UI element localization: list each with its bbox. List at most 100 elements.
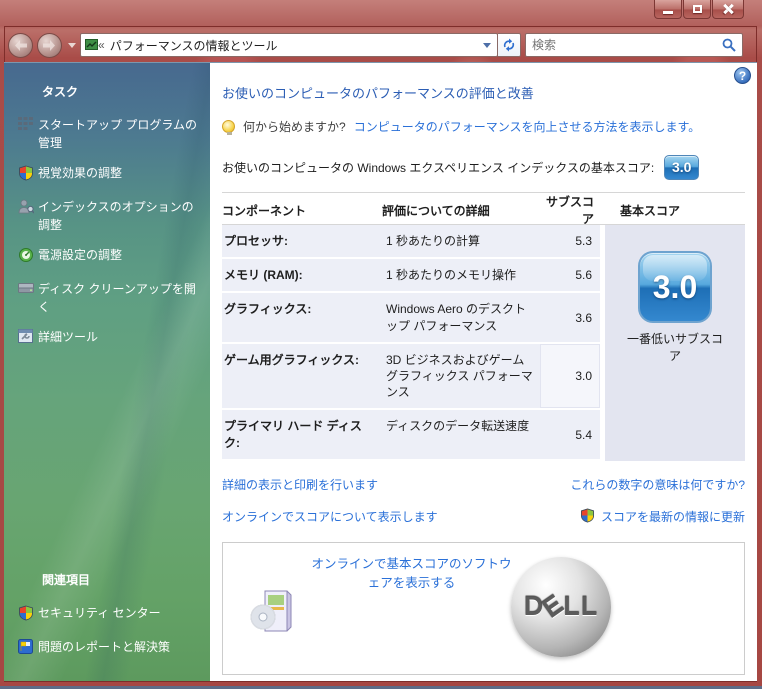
- refresh-score-link[interactable]: スコアを最新の情報に更新: [601, 508, 745, 525]
- oem-box: オンラインで基本スコアのソフトウェアを表示する DELL: [222, 541, 745, 675]
- tip-question: 何から始めますか?: [243, 120, 346, 134]
- table-header: コンポーネント 評価についての詳細 サブスコア 基本スコア: [222, 193, 745, 226]
- improve-performance-link[interactable]: コンピュータのパフォーマンスを向上させる方法を表示します。: [354, 118, 701, 135]
- window: « パフォーマンスの情報とツール タスク: [0, 0, 762, 689]
- maximize-icon: [692, 5, 702, 13]
- lightbulb-icon: [222, 120, 235, 135]
- related-section: 関連項目 セキュリティ センター 問題のレポートと解決策: [4, 571, 210, 681]
- sidebar-item-label: ディスク クリーンアップを開く: [38, 282, 196, 314]
- sidebar-item-label: セキュリティ センター: [38, 606, 161, 620]
- subscore-cell-lowest: 3.0: [540, 343, 600, 409]
- view-scores-online-link[interactable]: オンラインでスコアについて表示します: [222, 508, 438, 525]
- search-input[interactable]: [532, 38, 722, 52]
- related-header: 関連項目: [42, 573, 91, 587]
- component-cell: ゲーム用グラフィックス:: [224, 352, 360, 367]
- close-icon: [722, 3, 734, 15]
- sidebar-item-advanced-tools[interactable]: 詳細ツール: [4, 322, 210, 354]
- sidebar-item-visual-effects[interactable]: 視覚効果の調整: [4, 158, 210, 192]
- tasks-header: タスク: [42, 85, 79, 99]
- maximize-button[interactable]: [683, 0, 711, 19]
- refresh-icon: [503, 38, 515, 52]
- power-settings-icon: [18, 247, 38, 268]
- links-row-2: オンラインでスコアについて表示します スコアを最新の情報に更新: [222, 508, 745, 526]
- recent-pages-dropdown[interactable]: [68, 42, 76, 48]
- header-base-score: 基本スコア: [620, 203, 681, 218]
- lowest-subscore-caption: 一番低いサブスコア: [626, 332, 723, 363]
- performance-table: プロセッサ: 1 秒あたりの計算 5.3 メモリ (RAM): 1 秒あたりのメ…: [222, 225, 745, 461]
- sidebar: タスク スタートアップ プログラムの管理 視覚効果の調整 インデックスのオプショ…: [4, 63, 210, 681]
- what-numbers-mean-link[interactable]: これらの数字の意味は何ですか?: [570, 476, 745, 493]
- uac-shield-icon: [18, 605, 38, 626]
- sidebar-item-label: 電源設定の調整: [38, 248, 123, 262]
- close-button[interactable]: [712, 0, 744, 19]
- breadcrumb-chevron[interactable]: «: [98, 38, 105, 52]
- table-rows: プロセッサ: 1 秒あたりの計算 5.3 メモリ (RAM): 1 秒あたりのメ…: [222, 225, 600, 461]
- forward-button[interactable]: [37, 32, 62, 58]
- sidebar-item-disk-cleanup[interactable]: ディスク クリーンアップを開く: [4, 274, 210, 322]
- view-print-details-link[interactable]: 詳細の表示と印刷を行います: [222, 476, 378, 493]
- sidebar-item-startup-programs[interactable]: スタートアップ プログラムの管理: [4, 110, 210, 158]
- problem-reports-icon: [18, 639, 38, 659]
- page-title: お使いのコンピュータのパフォーマンスの評価と改善: [222, 86, 534, 101]
- window-controls: [653, 0, 744, 19]
- detail-cell: 3D ビジネスおよびゲーム グラフィックス パフォーマンス: [386, 352, 533, 400]
- subscore-cell: 5.6: [575, 268, 592, 283]
- big-score-badge: 3.0: [638, 251, 712, 323]
- component-cell: メモリ (RAM):: [224, 268, 303, 283]
- sidebar-item-security-center[interactable]: セキュリティ センター: [4, 598, 210, 632]
- window-body: タスク スタートアップ プログラムの管理 視覚効果の調整 インデックスのオプショ…: [4, 62, 757, 681]
- component-cell: プロセッサ:: [224, 234, 288, 248]
- detail-cell: 1 秒あたりの計算: [386, 234, 481, 248]
- sidebar-item-label: 視覚効果の調整: [38, 166, 123, 180]
- table-row-memory: メモリ (RAM): 1 秒あたりのメモリ操作 5.6: [222, 259, 600, 294]
- subscore-cell: 5.3: [575, 234, 592, 249]
- detail-cell: 1 秒あたりのメモリ操作: [386, 268, 517, 283]
- detail-cell: Windows Aero のデスクトップ パフォーマンス: [386, 302, 527, 333]
- sidebar-item-problem-reports[interactable]: 問題のレポートと解決策: [4, 632, 210, 665]
- dell-letter: L: [580, 591, 599, 622]
- dell-logo: DELL: [511, 556, 611, 657]
- startup-programs-icon: [18, 117, 38, 136]
- uac-shield-icon: [18, 165, 38, 186]
- forward-arrow-icon: [43, 39, 55, 51]
- indexing-options-icon: [18, 199, 38, 219]
- base-score-row: お使いのコンピュータの Windows エクスペリエンス インデックスの基本スコ…: [222, 155, 745, 180]
- component-cell: グラフィックス:: [224, 302, 312, 317]
- table-row-graphics: グラフィックス: Windows Aero のデスクトップ パフォーマンス 3.…: [222, 293, 600, 344]
- sidebar-item-power-settings[interactable]: 電源設定の調整: [4, 240, 210, 274]
- advanced-tools-icon: [18, 329, 38, 348]
- sidebar-item-label: 詳細ツール: [38, 330, 99, 344]
- disk-cleanup-icon: [18, 281, 38, 299]
- toolbar: « パフォーマンスの情報とツール: [4, 28, 757, 62]
- base-score-badge: 3.0: [664, 155, 700, 180]
- table-row-primary-hard-disk: プライマリ ハード ディスク: ディスクのデータ転送速度 5.4: [222, 410, 600, 461]
- main-content: ? お使いのコンピュータのパフォーマンスの評価と改善 何から始めますか? コンピ…: [210, 63, 757, 681]
- links-row-1: 詳細の表示と印刷を行います これらの数字の意味は何ですか?: [222, 476, 745, 493]
- table-row-processor: プロセッサ: 1 秒あたりの計算 5.3: [222, 225, 600, 260]
- back-button[interactable]: [8, 32, 33, 58]
- header-detail: 評価についての詳細: [382, 203, 490, 218]
- help-icon[interactable]: ?: [734, 67, 751, 84]
- subscore-cell: 3.6: [575, 310, 592, 325]
- breadcrumb: « パフォーマンスの情報とツール: [98, 37, 483, 54]
- address-bar[interactable]: « パフォーマンスの情報とツール: [80, 33, 498, 57]
- back-arrow-icon: [15, 39, 27, 51]
- uac-shield-icon: [580, 508, 595, 526]
- titlebar[interactable]: [0, 0, 762, 28]
- software-box-icon: [247, 585, 299, 640]
- header-component: コンポーネント: [222, 203, 307, 218]
- breadcrumb-title[interactable]: パフォーマンスの情報とツール: [110, 37, 278, 54]
- oem-score-software-link[interactable]: オンラインで基本スコアのソフトウェアを表示する: [309, 555, 514, 594]
- search-icon[interactable]: [722, 38, 736, 52]
- detail-cell: ディスクのデータ転送速度: [386, 419, 530, 434]
- sidebar-item-indexing-options[interactable]: インデックスのオプションの調整: [4, 192, 210, 240]
- minimize-icon: [663, 10, 673, 14]
- base-score-panel: 3.0 一番低いサブスコア: [605, 225, 745, 461]
- subscore-cell: 5.4: [575, 427, 592, 442]
- address-dropdown-icon[interactable]: [483, 42, 491, 48]
- component-cell: プライマリ ハード ディスク:: [224, 419, 362, 450]
- refresh-button[interactable]: [498, 33, 521, 57]
- header-subscore: サブスコア: [545, 195, 594, 226]
- minimize-button[interactable]: [654, 0, 682, 19]
- sidebar-item-label: インデックスのオプションの調整: [38, 200, 194, 232]
